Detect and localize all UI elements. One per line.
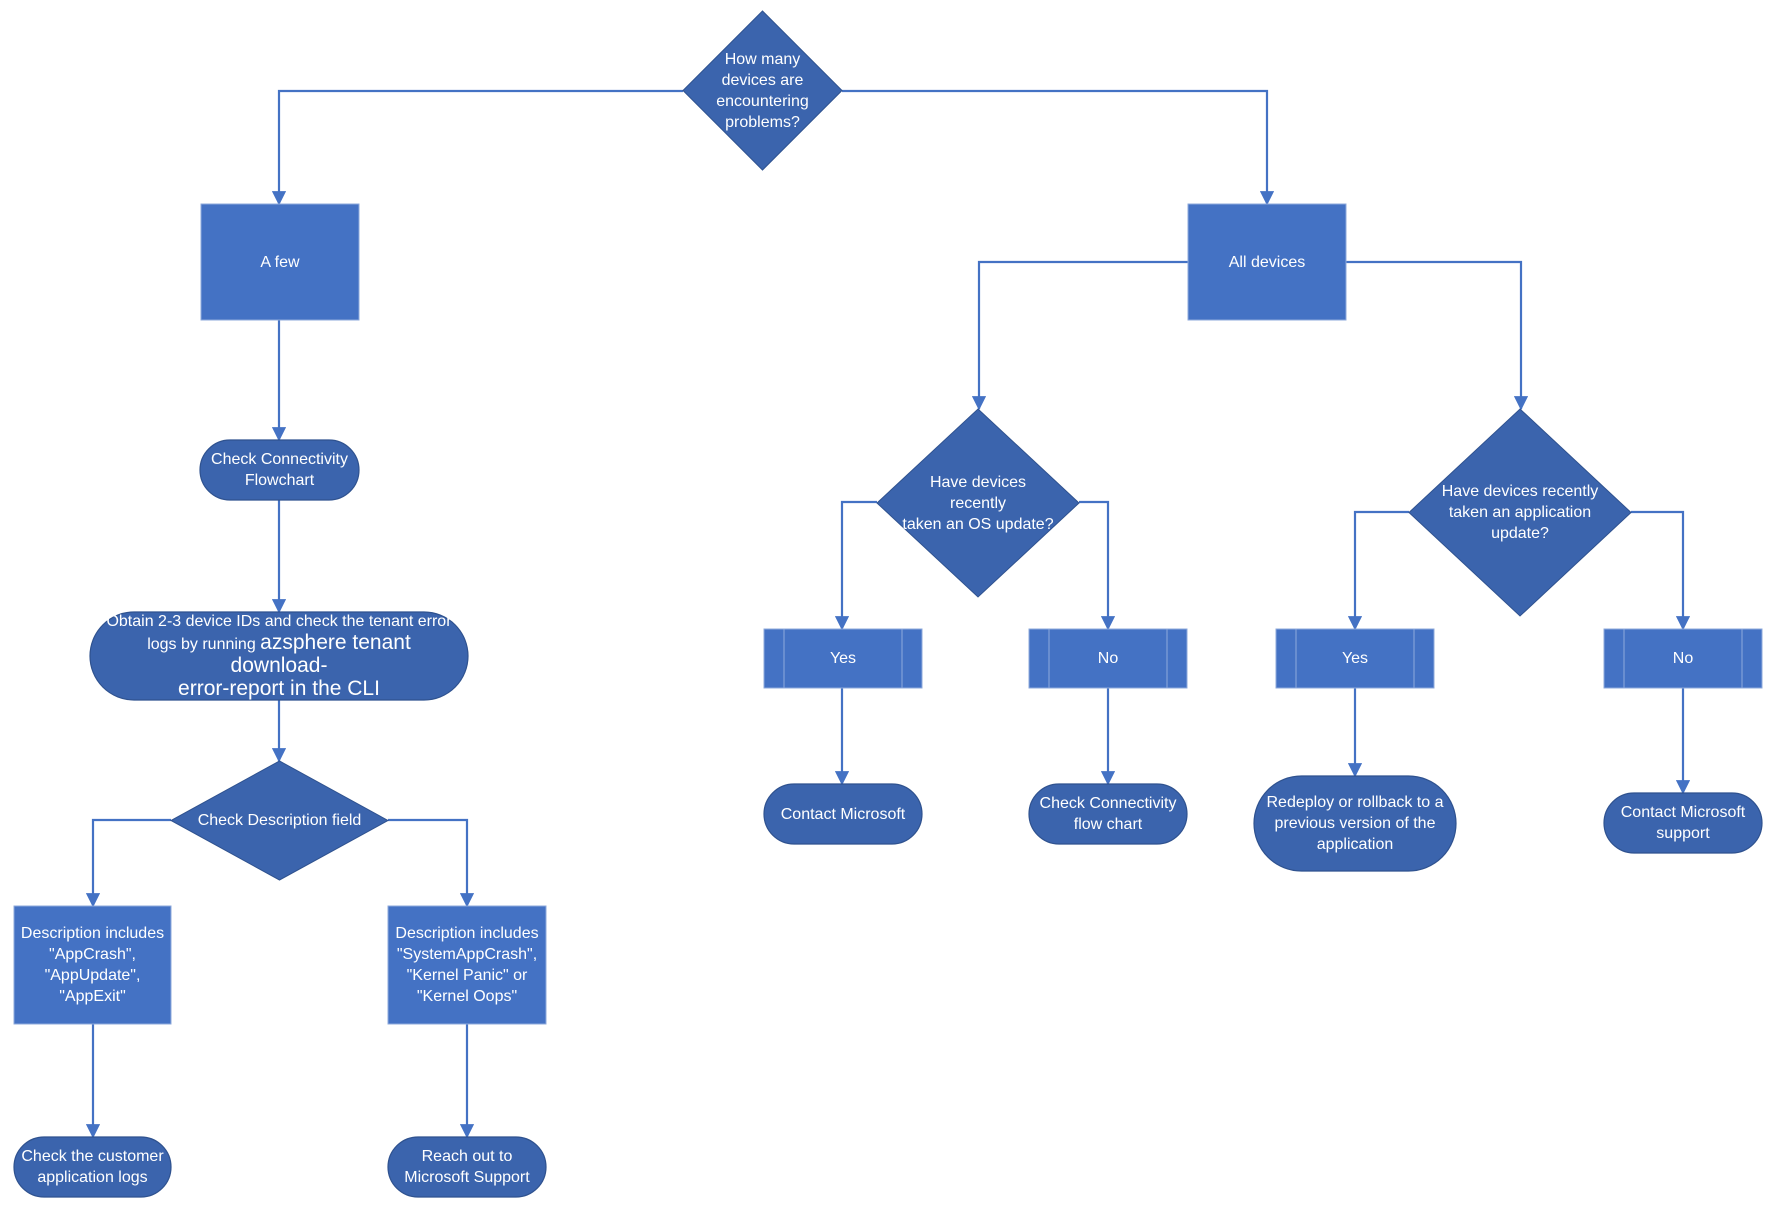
root-question-label: How many devices are encountering proble… — [716, 50, 809, 131]
edge-description-to-app — [85, 818, 171, 908]
contact-microsoft-label: Contact Microsoft — [780, 805, 906, 823]
desc-app-label: Description includes "AppCrash", "AppUpd… — [20, 925, 165, 1005]
edge-os-to-no — [1079, 500, 1116, 631]
edge-app-to-yes — [1347, 510, 1409, 631]
os-no-label: No — [1097, 650, 1119, 667]
app-update-question-label: Have devices recently taken an applicati… — [1441, 483, 1599, 542]
obtain-device-ids-label: Obtain 2-3 device IDs and check the tena… — [96, 612, 462, 700]
redeploy-rollback-label: Redeploy or rollback to a previous versi… — [1266, 794, 1444, 853]
check-description-label: Check Description field — [197, 812, 362, 829]
edge-root-to-a-few — [271, 89, 683, 206]
edge-os-to-yes — [834, 500, 877, 631]
os-update-question-label: Have devices recently taken an OS update… — [902, 473, 1054, 533]
edge-all-to-app-question — [1346, 260, 1529, 411]
desc-system-label: Description includes "SystemAppCrash", "… — [395, 925, 539, 1005]
all-devices-label: All devices — [1228, 253, 1306, 271]
check-customer-logs-label: Check the customer application logs — [21, 1148, 164, 1186]
edge-root-to-all-devices — [842, 89, 1275, 206]
edge-all-to-os-question — [971, 260, 1188, 411]
check-connectivity-flow-chart-label: Check Connectivity flow chart — [1039, 795, 1177, 833]
reach-out-support-label: Reach out to Microsoft Support — [404, 1148, 530, 1186]
app-yes-label: Yes — [1341, 650, 1369, 667]
edge-description-to-system — [388, 818, 475, 908]
a-few-label: A few — [260, 253, 300, 271]
edge-app-to-no — [1631, 510, 1691, 631]
os-yes-label: Yes — [829, 650, 857, 667]
app-no-label: No — [1672, 650, 1694, 667]
check-connectivity-flowchart-label: Check Connectivity Flowchart — [211, 451, 348, 489]
contact-microsoft-support-label: Contact Microsoft support — [1620, 804, 1746, 842]
